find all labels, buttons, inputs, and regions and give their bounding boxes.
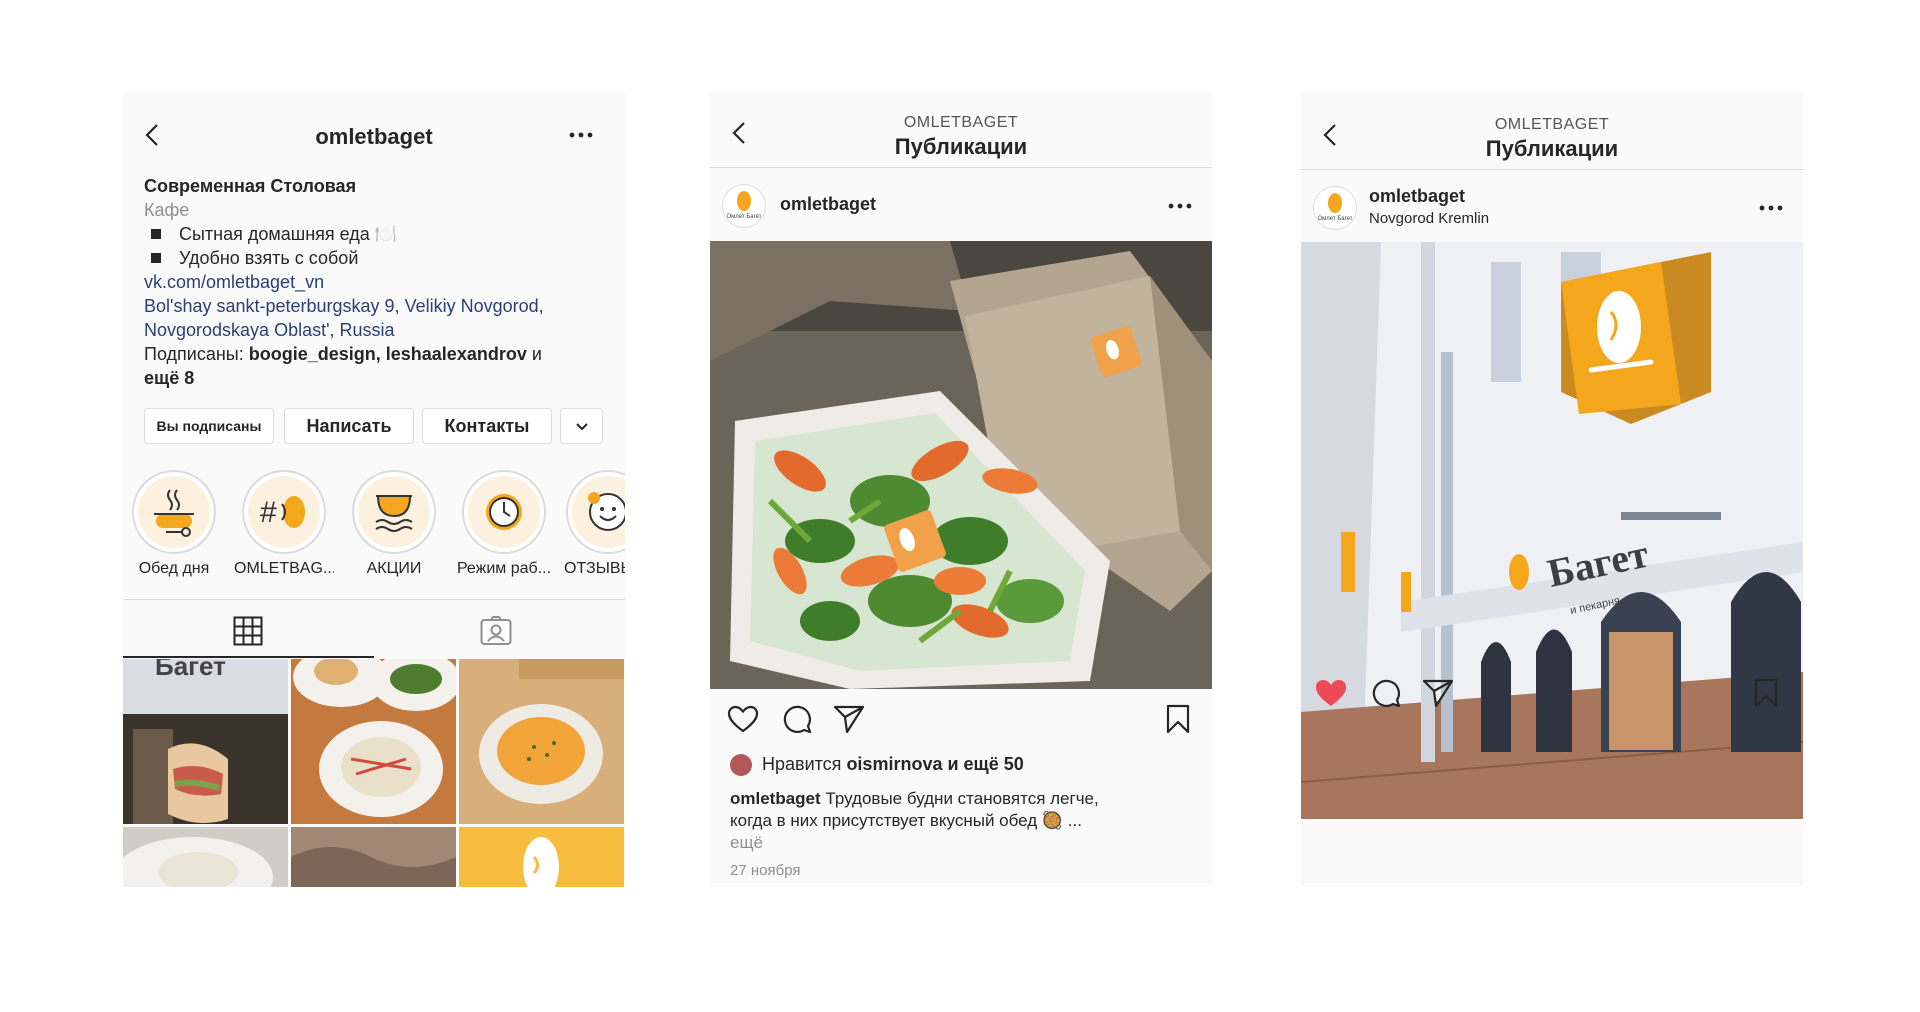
highlight-label: OMLETBAG... [234,560,334,577]
highlight-lunch[interactable]: Обед дня [124,470,224,578]
nav-subtitle: OMLETBAGET [903,114,1019,131]
likes-line[interactable]: Нравится oismirnova и ещё 50 [762,754,1024,775]
followed-by[interactable]: Подписаны: boogie_design, leshaalexandro… [144,342,604,366]
like-icon[interactable] [726,702,760,736]
highlight-omletbaget[interactable]: # OMLETBAG... [234,470,334,578]
liked-heart-icon[interactable] [1313,675,1349,711]
caption-text: когда в них присутствует вкусный обед 🥘 … [730,811,1082,830]
message-button[interactable]: Написать [284,408,414,444]
profile-username: omletbaget [315,124,433,149]
bullet-icon [151,229,161,240]
bookmark-icon[interactable] [1749,676,1783,710]
grid-photo-pastry[interactable] [291,827,456,887]
share-icon[interactable] [1421,676,1455,710]
svg-text:Омлет Багет: Омлет Багет [1318,216,1352,222]
share-icon[interactable] [832,702,866,736]
bio-link[interactable]: vk.com/omletbaget_vn [144,270,604,294]
nav-title: Публикации [1485,136,1619,161]
contacts-button[interactable]: Контакты [422,408,552,444]
promo-icon [375,495,413,532]
profile-bio: Современная Столовая Кафе Сытная домашня… [144,174,604,390]
brand-logo-icon: Омлет Багет [1318,193,1352,222]
followed-names[interactable]: boogie_design, leshaalexandrov [249,344,527,364]
post-screen-storefront: OMLETBAGET Публикации Омлет Багет omletb… [1301,92,1803,887]
highlight-hours[interactable]: Режим раб... [454,470,554,578]
post-photo-storefront[interactable]: Багет и пекарня [1301,242,1803,819]
caption-more-link[interactable]: ещё [730,832,1200,854]
likes-count[interactable]: и ещё 50 [942,754,1023,774]
followed-prefix: Подписаны: [144,344,249,364]
bullet-icon [151,253,161,264]
grid-photo-storefront[interactable]: Багет [123,659,288,824]
avatar[interactable]: Омлет Багет [1313,186,1357,230]
svg-text:Багет: Багет [155,659,226,681]
highlight-label: ОТЗЫВЫ [564,560,625,577]
profile-tabs [123,599,625,660]
post-date: 27 ноября [730,862,801,879]
active-tab-indicator [123,656,374,658]
liker-avatar[interactable] [730,754,752,776]
bio-address-line-2[interactable]: Novgorodskaya Oblast', Russia [144,318,604,342]
following-button[interactable]: Вы подписаны [144,408,274,444]
grid-photo-soup[interactable] [459,659,624,824]
bio-address-line-1[interactable]: Bol'shay sankt-peterburgskay 9, Velikiy … [144,294,604,318]
post-caption: omletbaget Трудовые будни становятся лег… [730,788,1200,854]
lunch-icon [154,489,194,537]
chevron-down-icon [575,422,588,430]
smile-icon [588,492,625,531]
more-icon[interactable] [1753,196,1789,220]
followed-more[interactable]: ещё 8 [144,366,604,390]
grid-photo-logo[interactable] [459,827,624,887]
likes-user[interactable]: oismirnova [846,754,942,774]
post-screen-lunchbox: OMLETBAGET Публикации Омлет Багет omletb… [710,92,1212,887]
highlight-label: АКЦИИ [366,560,422,577]
nav-subtitle: OMLETBAGET [1494,116,1610,133]
bio-line-text: Сытная домашняя еда 🍽️ [179,224,398,244]
brand-logo-icon: Омлет Багет [727,191,761,220]
post-photo-lunchbox[interactable] [710,241,1212,689]
bio-line: Сытная домашняя еда 🍽️ [144,222,604,246]
bio-category: Кафе [144,200,190,220]
caption-text: Трудовые будни становятся легче, [820,789,1099,808]
comment-icon[interactable] [1369,676,1403,710]
header-divider [710,167,1212,168]
post-username[interactable]: omletbaget [1369,186,1465,207]
tagged-icon[interactable] [479,614,513,648]
bio-line-text: Удобно взять с собой [179,248,359,268]
grid-photo-dishes[interactable] [291,659,456,824]
highlight-promo[interactable]: АКЦИИ [344,470,444,578]
more-icon[interactable] [1162,194,1198,218]
grid-icon[interactable] [231,614,265,648]
header-divider [1301,169,1803,170]
highlight-label: Обед дня [138,560,210,577]
suggestions-button[interactable] [560,408,603,444]
profile-screen: omletbaget Современная Столовая Кафе Сыт… [123,92,625,887]
hashtag-icon: # [260,496,305,529]
grid-photo-salad[interactable] [123,827,288,887]
likes-prefix: Нравится [762,754,847,774]
clock-icon [486,494,522,530]
highlight-reviews[interactable]: ОТЗЫВЫ [564,470,625,578]
comment-icon[interactable] [780,702,814,736]
post-location[interactable]: Novgorod Kremlin [1369,210,1489,227]
followed-and: и [526,344,542,364]
bio-line: Удобно взять с собой [144,246,604,270]
svg-text:#: # [260,496,277,529]
more-icon[interactable] [563,122,599,148]
caption-username[interactable]: omletbaget [730,789,821,808]
post-username[interactable]: omletbaget [780,194,876,215]
highlight-label: Режим раб... [456,560,552,577]
nav-title: Публикации [894,134,1028,159]
avatar[interactable]: Омлет Багет [722,184,766,228]
bookmark-icon[interactable] [1161,702,1195,736]
svg-text:Омлет Багет: Омлет Багет [727,214,761,220]
bio-name: Современная Столовая [144,176,357,196]
